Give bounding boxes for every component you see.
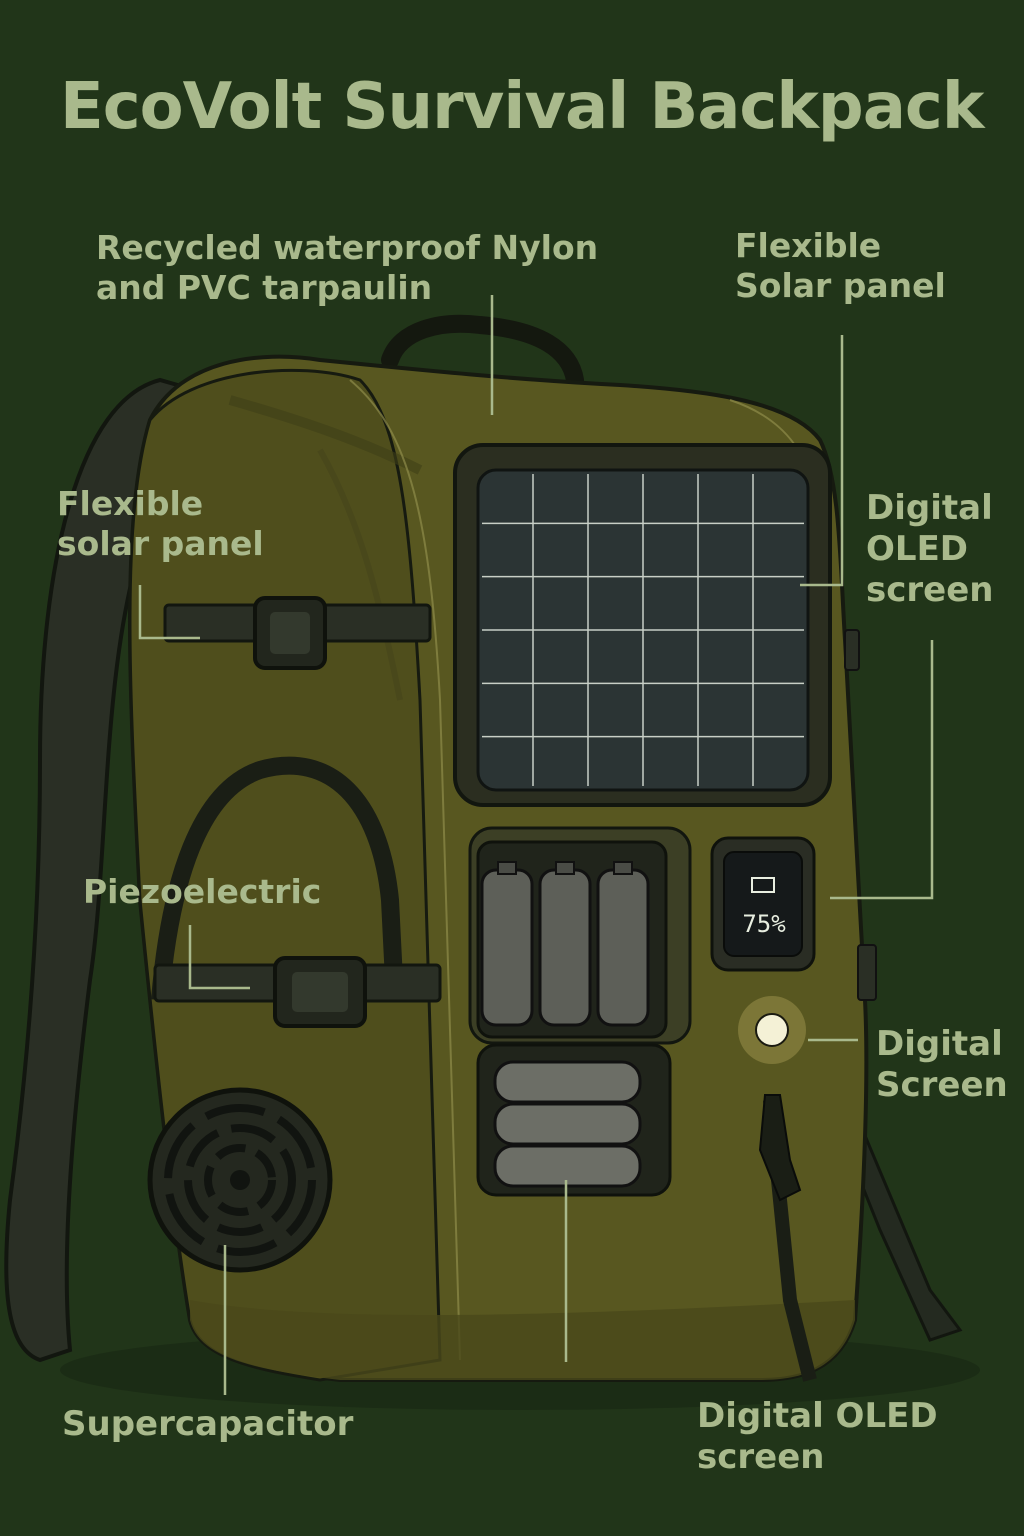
label-oled-screen-bottom: Digital OLED screen — [697, 1396, 938, 1477]
label-oled-screen-right: Digital OLED screen — [866, 488, 994, 610]
led-light — [755, 1013, 789, 1047]
solar-panel — [476, 468, 810, 792]
oled-screen — [723, 851, 803, 957]
label-piezoelectric: Piezoelectric — [83, 872, 322, 911]
page-title: EcoVolt Survival Backpack — [60, 70, 984, 144]
aa-batteries — [480, 861, 650, 1027]
infographic: EcoVolt Survival Backpack Recycled water… — [0, 0, 1024, 1536]
label-solar-panel-top: Flexible Solar panel — [735, 226, 946, 305]
battery-percent-readout: 75% — [742, 910, 786, 938]
label-digital-screen: Digital Screen — [876, 1024, 1008, 1105]
supercapacitor-cells — [493, 1060, 642, 1188]
label-solar-panel-left: Flexible solar panel — [57, 484, 264, 563]
label-material: Recycled waterproof Nylon and PVC tarpau… — [96, 228, 599, 307]
label-supercapacitor: Supercapacitor — [62, 1404, 354, 1444]
